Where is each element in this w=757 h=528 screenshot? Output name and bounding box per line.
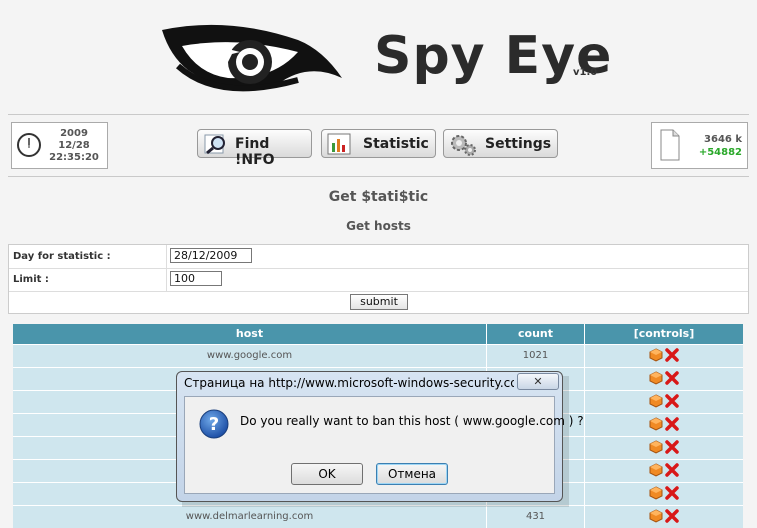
dialog-body: ? Do you really want to ban this host ( … [184,396,584,494]
delete-host-icon[interactable] [665,486,679,500]
count-cell: 1021 [522,350,549,361]
table-row: www.google.com 1021 [13,344,743,367]
statistic-label: Statistic [363,136,429,152]
ban-host-icon[interactable] [649,509,663,523]
cell-divider [166,245,167,268]
divider [8,114,749,115]
ban-host-icon[interactable] [649,348,663,362]
divider [8,176,749,177]
ban-host-icon[interactable] [649,371,663,385]
delete-host-icon[interactable] [665,463,679,477]
file-size: 3646 k [704,134,742,145]
dialog-title: Страница на http://www.microsoft-windows… [184,376,514,390]
page-subtitle: Get hosts [346,219,411,233]
day-input[interactable]: 28/12/2009 [170,248,252,263]
find-info-button[interactable]: Find !NFO [197,129,312,168]
ban-host-icon[interactable] [649,417,663,431]
clock-panel: 2009 12/28 22:35:20 [11,122,108,169]
statistic-form: Day for statistic : 28/12/2009 Limit : 1… [8,244,749,314]
submit-button[interactable]: submit [350,294,408,310]
close-icon: ✕ [533,375,543,388]
host-cell: www.google.com [206,350,293,361]
gears-icon [451,135,476,156]
dialog-close-button[interactable]: ✕ [517,373,559,390]
app-version: v1.0 [573,67,598,78]
settings-label: Settings [485,136,552,152]
page-title: Get $tati$tic [328,189,429,205]
confirm-dialog: Страница на http://www.microsoft-windows… [176,371,584,502]
header-host: host [235,327,264,340]
delete-host-icon[interactable] [665,371,679,385]
bar-chart-icon [327,133,351,155]
ok-button[interactable]: OK [291,463,363,485]
delete-host-icon[interactable] [665,509,679,523]
logo-area: Spy Eye v1.0 [0,0,757,112]
eye-logo-icon [162,24,342,92]
statistic-button[interactable]: Statistic [321,129,436,158]
day-label: Day for statistic : [13,251,111,262]
limit-label: Limit : [13,274,49,285]
file-stats-text: 3646 k +54882 [692,133,742,159]
clock-time: 22:35:20 [49,152,99,163]
question-icon: ? [199,409,229,439]
clock-icon [17,133,41,157]
header-controls: [controls] [633,327,695,340]
ban-host-icon[interactable] [649,486,663,500]
column-divider [486,324,487,344]
delete-host-icon[interactable] [665,394,679,408]
ban-host-icon[interactable] [649,463,663,477]
column-divider [584,391,585,413]
form-row-limit: Limit : 100 [9,268,748,292]
delete-host-icon[interactable] [665,417,679,431]
file-delta: +54882 [698,147,742,158]
clock-datetime: 2009 12/28 22:35:20 [44,128,104,164]
column-divider [584,324,585,344]
magnifier-icon [204,134,225,155]
limit-input[interactable]: 100 [170,271,222,286]
form-row-day: Day for statistic : 28/12/2009 [9,245,748,269]
column-divider [584,483,585,505]
header-count: count [518,327,553,340]
column-divider [584,368,585,390]
clock-year: 2009 [60,128,88,139]
column-divider [584,460,585,482]
column-divider [486,345,487,367]
delete-host-icon[interactable] [665,348,679,362]
clock-date: 12/28 [58,140,90,151]
find-info-label: Find !NFO [235,136,275,168]
ban-host-icon[interactable] [649,394,663,408]
delete-host-icon[interactable] [665,440,679,454]
table-header: host count [controls] [13,324,743,344]
column-divider [584,437,585,459]
svg-text:?: ? [209,414,219,435]
dialog-message: Do you really want to ban this host ( ww… [240,414,584,428]
column-divider [584,414,585,436]
cell-divider [166,268,167,291]
ban-host-icon[interactable] [649,440,663,454]
cancel-button[interactable]: Отмена [376,463,448,485]
file-stats-panel: 3646 k +54882 [651,122,748,169]
document-icon [660,129,680,161]
settings-button[interactable]: Settings [443,129,558,158]
column-divider [584,345,585,367]
